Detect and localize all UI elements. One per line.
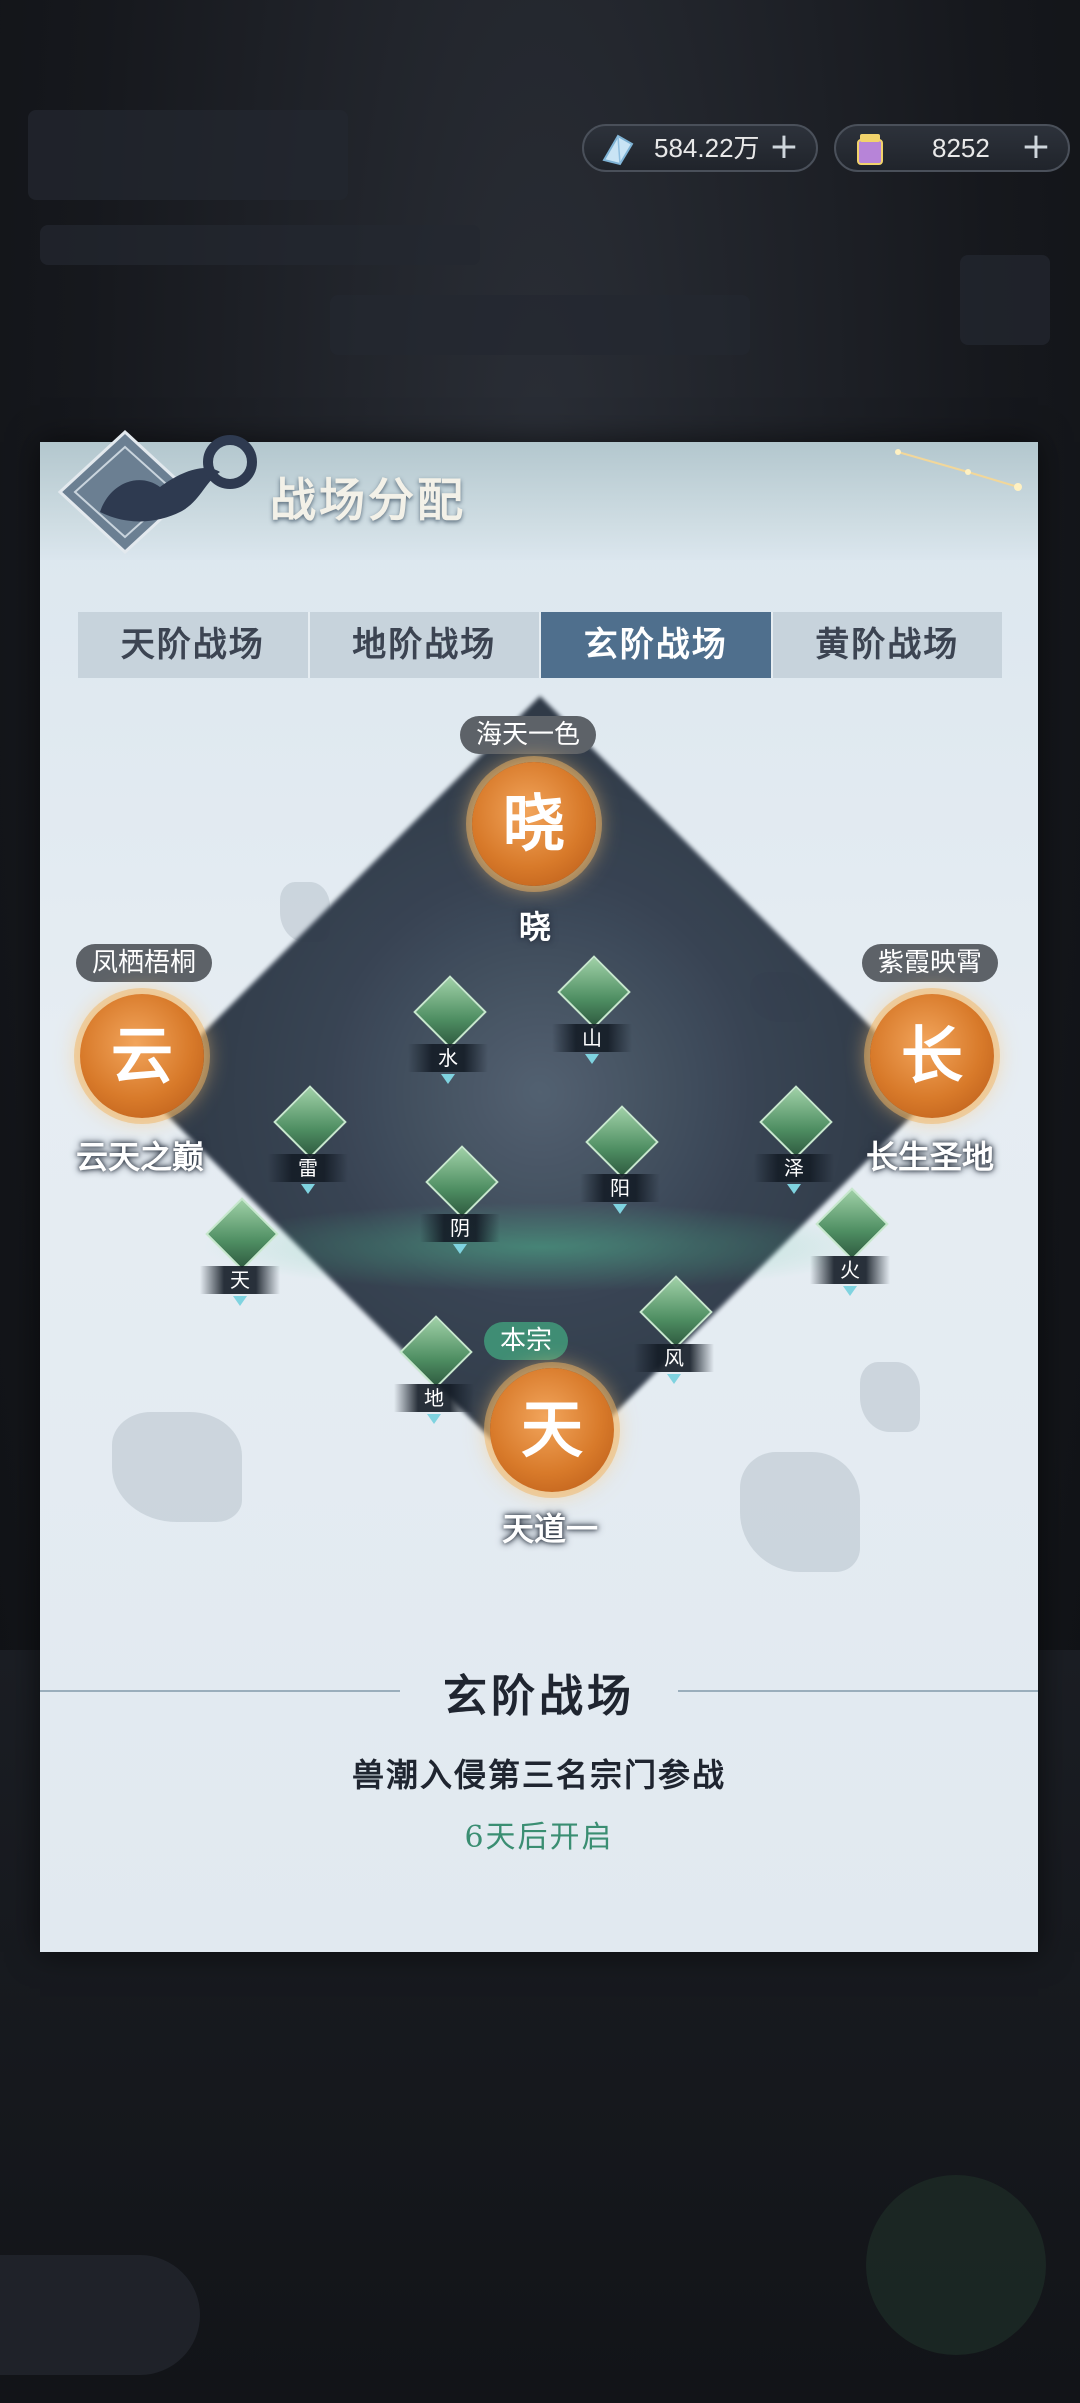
sect-tag-right: 紫霞映霄 bbox=[862, 944, 999, 982]
battlefield-node-water[interactable]: 水 bbox=[408, 975, 488, 1084]
down-arrow-icon bbox=[585, 1054, 599, 1064]
scroll-icon bbox=[857, 134, 883, 165]
battlefield-node-mountain[interactable]: 山 bbox=[552, 955, 632, 1064]
down-arrow-icon bbox=[453, 1244, 467, 1254]
battlefield-node-wind[interactable]: 风 bbox=[634, 1275, 714, 1384]
node-label: 风 bbox=[634, 1344, 714, 1372]
sect-name-right: 长生圣地 bbox=[865, 1138, 994, 1176]
sect-medal-top[interactable]: 晓 bbox=[472, 762, 596, 886]
jade-gem-icon bbox=[815, 1187, 889, 1261]
down-arrow-icon bbox=[843, 1286, 857, 1296]
dialog-title: 战场分配 bbox=[270, 473, 466, 527]
battlefield-node-thunder[interactable]: 雷 bbox=[268, 1085, 348, 1194]
background-action-circle bbox=[866, 2175, 1046, 2355]
own-sect-tag: 本宗 bbox=[484, 1322, 569, 1360]
own-sect-medal[interactable]: 天 bbox=[490, 1368, 614, 1492]
add-crystal-button[interactable]: + bbox=[766, 129, 802, 166]
battlefield-node-yin[interactable]: 阴 bbox=[420, 1145, 500, 1254]
own-sect-name: 天道一 bbox=[501, 1510, 598, 1548]
jade-gem-icon bbox=[557, 955, 631, 1029]
sect-name-left: 云天之巅 bbox=[75, 1138, 204, 1176]
node-label: 山 bbox=[552, 1024, 632, 1052]
jade-gem-icon bbox=[425, 1145, 499, 1219]
fox-emblem-icon bbox=[57, 429, 257, 555]
node-label: 阴 bbox=[420, 1214, 500, 1242]
battlefield-open-timer: 6天后开启 bbox=[464, 1820, 614, 1855]
battlefield-node-fire[interactable]: 火 bbox=[810, 1187, 890, 1296]
jade-gem-icon bbox=[273, 1085, 347, 1159]
jade-gem-icon bbox=[759, 1085, 833, 1159]
down-arrow-icon bbox=[301, 1184, 315, 1194]
sect-tag-top: 海天一色 bbox=[460, 716, 597, 754]
battlefield-node-marsh[interactable]: 泽 bbox=[754, 1085, 834, 1194]
crystal-icon bbox=[602, 134, 634, 166]
sect-tag-left: 凤栖梧桐 bbox=[76, 944, 213, 982]
down-arrow-icon bbox=[667, 1374, 681, 1384]
green-aura bbox=[200, 1202, 880, 1292]
jade-gem-icon bbox=[585, 1105, 659, 1179]
jade-gem-icon bbox=[639, 1275, 713, 1349]
background-side-block bbox=[960, 255, 1050, 345]
floating-rock bbox=[740, 1452, 860, 1572]
node-label: 天 bbox=[200, 1266, 280, 1294]
battlefield-description: 兽潮入侵第三名宗门参战 bbox=[351, 1756, 726, 1794]
node-label: 水 bbox=[408, 1044, 488, 1072]
battlefield-node-yang[interactable]: 阳 bbox=[580, 1105, 660, 1214]
crystal-currency-pill: 584.22万 + bbox=[582, 124, 818, 172]
down-arrow-icon bbox=[441, 1074, 455, 1084]
add-scroll-button[interactable]: + bbox=[1018, 129, 1054, 166]
background-title-block bbox=[28, 110, 348, 200]
down-arrow-icon bbox=[233, 1296, 247, 1306]
sect-medal-right[interactable]: 长 bbox=[870, 994, 994, 1118]
tab-heaven-rank[interactable]: 天阶战场 bbox=[78, 612, 308, 678]
jade-gem-icon bbox=[205, 1197, 279, 1271]
floating-rock bbox=[112, 1412, 242, 1522]
battlefield-tabs: 天阶战场 地阶战场 玄阶战场 黄阶战场 bbox=[78, 612, 1002, 678]
node-label: 泽 bbox=[754, 1154, 834, 1182]
battlefield-map: 水 山 雷 阴 阳 泽 天 火 地 风 海天一色 晓 晓 凤栖梧桐 云 云天之巅… bbox=[40, 696, 1038, 1612]
node-label: 火 bbox=[810, 1256, 890, 1284]
background-subtitle-block bbox=[40, 225, 480, 265]
battlefield-node-heaven[interactable]: 天 bbox=[200, 1197, 280, 1306]
down-arrow-icon bbox=[427, 1414, 441, 1424]
battlefield-assignment-dialog: 战场分配 天阶战场 地阶战场 玄阶战场 黄阶战场 水 山 雷 阴 阳 泽 天 火… bbox=[40, 429, 1038, 1952]
constellation-decoration-icon bbox=[895, 449, 1022, 491]
node-label: 地 bbox=[394, 1384, 474, 1412]
battlefield-section-title: 玄阶战场 bbox=[443, 1671, 635, 1722]
scroll-currency-pill: 8252 + bbox=[834, 124, 1070, 172]
battlefield-node-earth[interactable]: 地 bbox=[394, 1315, 474, 1424]
crystal-amount: 584.22万 bbox=[654, 133, 760, 163]
jade-gem-icon bbox=[413, 975, 487, 1049]
floating-rock bbox=[860, 1362, 920, 1432]
background-back-button bbox=[0, 2255, 200, 2375]
tab-yellow-rank[interactable]: 黄阶战场 bbox=[773, 612, 1003, 678]
tab-mystic-rank[interactable]: 玄阶战场 bbox=[541, 612, 771, 678]
node-label: 雷 bbox=[268, 1154, 348, 1182]
node-label: 阳 bbox=[580, 1174, 660, 1202]
sect-medal-left[interactable]: 云 bbox=[80, 994, 204, 1118]
tab-earth-rank[interactable]: 地阶战场 bbox=[310, 612, 540, 678]
down-arrow-icon bbox=[613, 1204, 627, 1214]
background-button-block bbox=[330, 295, 750, 355]
down-arrow-icon bbox=[787, 1184, 801, 1194]
jade-gem-icon bbox=[399, 1315, 473, 1389]
sect-name-top: 晓 bbox=[518, 908, 551, 946]
scroll-amount: 8252 bbox=[932, 133, 990, 163]
